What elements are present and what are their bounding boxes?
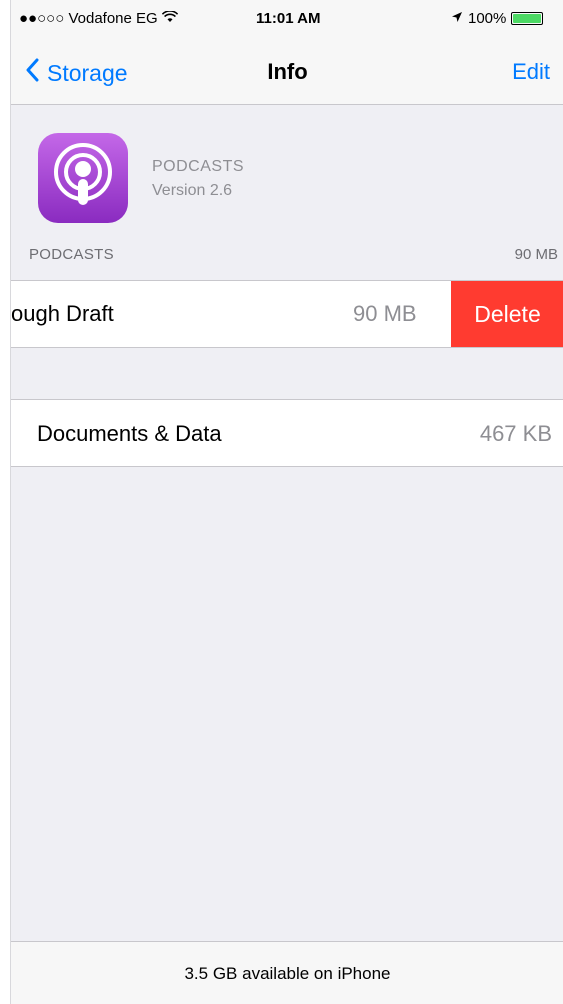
- documents-data-row[interactable]: Documents & Data 467 KB: [11, 399, 563, 467]
- carrier-label: ●●○○○ Vodafone EG: [19, 10, 158, 27]
- screen: ●●○○○ Vodafone EG 11:01 AM 100% Storage: [10, 0, 563, 1004]
- podcast-row[interactable]: ough Draft 90 MB Delete: [11, 280, 563, 348]
- delete-button[interactable]: Delete: [451, 281, 563, 347]
- podcasts-app-icon: [38, 133, 128, 223]
- status-time: 11:01 AM: [256, 10, 321, 27]
- edit-button[interactable]: Edit: [512, 59, 550, 85]
- section-header: PODCASTS: [29, 246, 114, 263]
- app-name: PODCASTS: [152, 158, 245, 175]
- documents-data-label: Documents & Data: [37, 421, 222, 446]
- storage-footer: 3.5 GB available on iPhone: [11, 941, 563, 1004]
- page-title: Info: [267, 59, 308, 84]
- battery-percent: 100%: [468, 10, 507, 27]
- battery-icon: [511, 12, 544, 25]
- storage-available-label: 3.5 GB available on iPhone: [184, 964, 391, 983]
- status-right: 100%: [451, 10, 544, 27]
- location-arrow-icon: [451, 10, 463, 27]
- app-version: Version 2.6: [152, 182, 233, 199]
- podcast-size: 90 MB: [353, 301, 417, 326]
- status-bar: ●●○○○ Vodafone EG 11:01 AM 100%: [11, 0, 563, 40]
- podcast-title: ough Draft: [11, 301, 114, 326]
- carrier-group: ●●○○○ Vodafone EG: [19, 10, 178, 27]
- section-size: 90 MB: [514, 246, 558, 263]
- navigation-bar: Storage Info Edit: [11, 40, 563, 105]
- documents-data-size: 467 KB: [479, 421, 552, 446]
- wifi-icon: [161, 10, 178, 27]
